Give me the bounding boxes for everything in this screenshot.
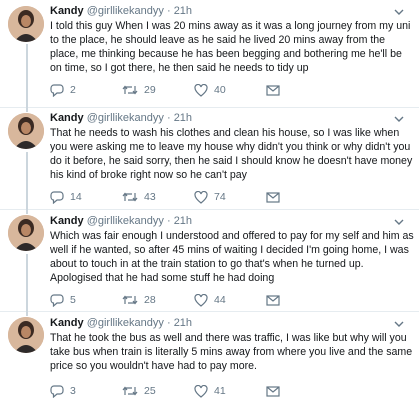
tweet-header: Kandy @girllikekandyy · 21h [50, 4, 192, 18]
thread-connector [26, 152, 28, 210]
heart-icon [194, 293, 208, 307]
like-button[interactable]: 44 [194, 293, 266, 307]
author-name[interactable]: Kandy [50, 112, 84, 124]
tweet-thread: Kandy @girllikekandyy · 21h I told this … [0, 0, 419, 410]
tweet-actions: 5 28 44 [50, 292, 338, 308]
timestamp[interactable]: 21h [174, 317, 192, 329]
like-count: 74 [214, 191, 226, 203]
separator: · [166, 317, 171, 329]
envelope-icon [266, 294, 280, 306]
retweet-icon [122, 85, 138, 95]
tweet[interactable]: Kandy @girllikekandyy · 21h That he took… [0, 312, 419, 410]
avatar[interactable] [8, 6, 44, 42]
reply-button[interactable]: 2 [50, 83, 122, 97]
reply-icon [50, 384, 64, 398]
reply-count: 3 [70, 385, 76, 397]
heart-icon [194, 83, 208, 97]
dm-button[interactable] [266, 191, 338, 203]
tweet-text: I told this guy When I was 20 mins away … [50, 20, 411, 74]
thread-connector [26, 210, 28, 214]
dm-button[interactable] [266, 385, 338, 397]
separator: · [166, 5, 171, 17]
chevron-down-icon[interactable] [393, 6, 405, 18]
author-name[interactable]: Kandy [50, 5, 84, 17]
thread-connector [26, 312, 28, 316]
retweet-button[interactable]: 28 [122, 293, 194, 307]
tweet-header: Kandy @girllikekandyy · 21h [50, 214, 192, 228]
retweet-button[interactable]: 25 [122, 384, 194, 398]
retweet-icon [122, 386, 138, 396]
avatar-photo-icon [8, 215, 44, 251]
timestamp[interactable]: 21h [174, 215, 192, 227]
reply-count: 2 [70, 84, 76, 96]
author-handle[interactable]: @girllikekandyy [87, 215, 164, 227]
tweet-actions: 2 29 40 [50, 82, 338, 98]
author-handle[interactable]: @girllikekandyy [87, 5, 164, 17]
chevron-down-icon[interactable] [393, 216, 405, 228]
reply-button[interactable]: 14 [50, 190, 122, 204]
tweet-header: Kandy @girllikekandyy · 21h [50, 111, 192, 125]
tweet[interactable]: Kandy @girllikekandyy · 21h Which was fa… [0, 210, 419, 312]
retweet-count: 25 [144, 385, 156, 397]
chevron-down-icon[interactable] [393, 318, 405, 330]
avatar[interactable] [8, 215, 44, 251]
timestamp[interactable]: 21h [174, 5, 192, 17]
separator: · [166, 215, 171, 227]
retweet-button[interactable]: 29 [122, 83, 194, 97]
dm-button[interactable] [266, 294, 338, 306]
like-count: 44 [214, 294, 226, 306]
like-button[interactable]: 74 [194, 190, 266, 204]
reply-count: 14 [70, 191, 82, 203]
avatar-photo-icon [8, 6, 44, 42]
retweet-button[interactable]: 43 [122, 190, 194, 204]
timestamp[interactable]: 21h [174, 112, 192, 124]
like-count: 41 [214, 385, 226, 397]
chevron-down-icon[interactable] [393, 113, 405, 125]
thread-connector [26, 254, 28, 312]
separator: · [166, 112, 171, 124]
avatar-photo-icon [8, 317, 44, 353]
reply-icon [50, 293, 64, 307]
tweet[interactable]: Kandy @girllikekandyy · 21h That he need… [0, 108, 419, 210]
like-button[interactable]: 41 [194, 384, 266, 398]
retweet-count: 43 [144, 191, 156, 203]
reply-icon [50, 190, 64, 204]
reply-icon [50, 83, 64, 97]
tweet-actions: 14 43 74 [50, 189, 338, 205]
author-handle[interactable]: @girllikekandyy [87, 317, 164, 329]
reply-button[interactable]: 3 [50, 384, 122, 398]
avatar[interactable] [8, 317, 44, 353]
avatar-photo-icon [8, 113, 44, 149]
envelope-icon [266, 84, 280, 96]
tweet-text: Which was fair enough I understood and o… [50, 230, 414, 284]
tweet-text: That he took the bus as well and there w… [50, 332, 413, 372]
thread-connector [26, 44, 28, 108]
like-button[interactable]: 40 [194, 83, 266, 97]
tweet[interactable]: Kandy @girllikekandyy · 21h I told this … [0, 0, 419, 108]
thread-connector [26, 108, 28, 112]
envelope-icon [266, 191, 280, 203]
retweet-count: 29 [144, 84, 156, 96]
avatar[interactable] [8, 113, 44, 149]
like-count: 40 [214, 84, 226, 96]
author-name[interactable]: Kandy [50, 317, 84, 329]
retweet-icon [122, 295, 138, 305]
heart-icon [194, 190, 208, 204]
retweet-count: 28 [144, 294, 156, 306]
author-handle[interactable]: @girllikekandyy [87, 112, 164, 124]
reply-count: 5 [70, 294, 76, 306]
tweet-header: Kandy @girllikekandyy · 21h [50, 316, 192, 330]
tweet-text: That he needs to wash his clothes and cl… [50, 127, 413, 181]
tweet-actions: 3 25 41 [50, 383, 338, 399]
heart-icon [194, 384, 208, 398]
reply-button[interactable]: 5 [50, 293, 122, 307]
envelope-icon [266, 385, 280, 397]
author-name[interactable]: Kandy [50, 215, 84, 227]
retweet-icon [122, 192, 138, 202]
dm-button[interactable] [266, 84, 338, 96]
